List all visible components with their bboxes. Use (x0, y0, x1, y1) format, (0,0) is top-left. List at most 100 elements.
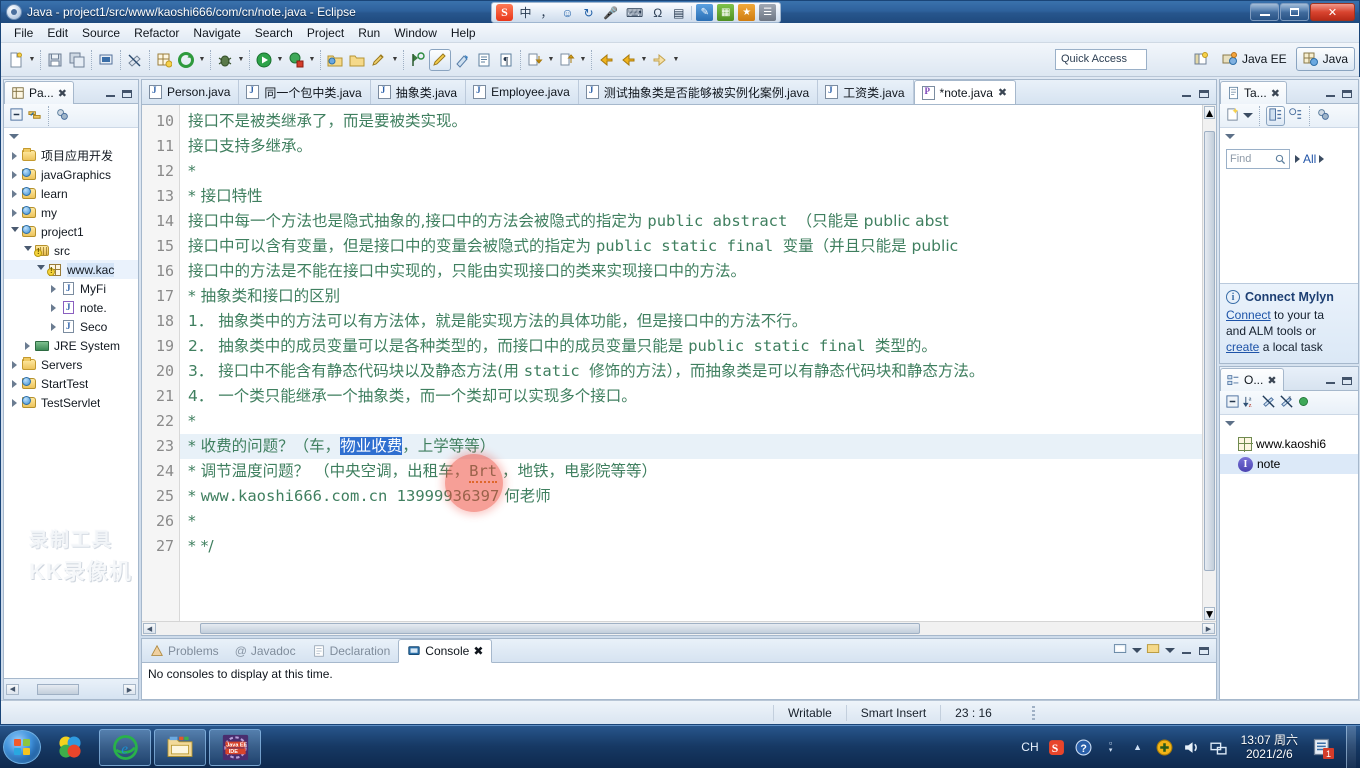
scroll-left-button[interactable]: ◀ (143, 623, 156, 634)
run-dropdown-icon[interactable]: ▼ (275, 49, 285, 71)
link-with-editor-icon[interactable] (27, 107, 42, 125)
perspective-java-ee[interactable]: Java EE (1216, 47, 1293, 71)
tree-item-myfi[interactable]: MyFi (4, 279, 138, 298)
tree-item-src[interactable]: src (4, 241, 138, 260)
forward-button[interactable] (649, 49, 671, 71)
taskbar-sogou-icon[interactable] (44, 729, 96, 766)
menu-source[interactable]: Source (75, 24, 127, 42)
editor-tab-0[interactable]: Person.java (142, 80, 240, 104)
ime-refresh-icon[interactable]: ↻ (580, 4, 597, 22)
editor-tab-5[interactable]: 工资类.java (818, 80, 914, 104)
debug-dropdown-icon[interactable]: ▼ (236, 49, 246, 71)
minimize-icon[interactable] (103, 88, 117, 100)
tree-item-learn[interactable]: learn (4, 184, 138, 203)
next-annotation-button[interactable] (451, 49, 473, 71)
ime-tool2-icon[interactable]: ▦ (717, 4, 735, 21)
tab-javadoc[interactable]: @ Javadoc (227, 639, 304, 662)
horizontal-scroll-thumb[interactable] (200, 623, 920, 634)
package-explorer-tree[interactable]: 项目应用开发 javaGraphics learn my project1 src www.… (4, 144, 138, 699)
editor-tab-2[interactable]: 抽象类.java (371, 80, 467, 104)
editor-horizontal-scrollbar[interactable]: ◀ ▶ (142, 621, 1216, 635)
outline-item-note[interactable]: I note (1220, 454, 1358, 474)
tree-item-javagraphics[interactable]: javaGraphics (4, 165, 138, 184)
editor-maximize-icon[interactable] (1197, 88, 1211, 100)
tray-sogou-icon[interactable]: S (1048, 738, 1066, 756)
code-line-15[interactable]: 接口中可以含有变量，但是接口中的变量会被隐式的指定为 public static… (180, 234, 1216, 259)
tree-expand-arrow[interactable] (21, 341, 34, 350)
code-line-26[interactable]: * (180, 509, 1216, 534)
editor-tab-1[interactable]: 同一个包中类.java (239, 80, 371, 104)
external-tools-dropdown-icon[interactable]: ▼ (307, 49, 317, 71)
tab-declaration[interactable]: Declaration (304, 639, 399, 662)
tree-item-seco[interactable]: Seco (4, 317, 138, 336)
pkg-scroll-thumb[interactable] (37, 683, 79, 695)
ime-keyboard-icon[interactable]: ⌨ (624, 4, 645, 22)
next-edit-dropdown-icon[interactable]: ▼ (578, 49, 588, 71)
tab-task-list[interactable]: Ta... ✖ (1220, 81, 1287, 104)
tree-expand-arrow[interactable] (8, 189, 21, 198)
menu-run[interactable]: Run (351, 24, 387, 42)
code-line-24[interactable]: * 调节温度问题？ （中央空调，出租车，Brt ，地铁，电影院等等） (180, 459, 1216, 484)
menu-file[interactable]: File (7, 24, 40, 42)
menu-refactor[interactable]: Refactor (127, 24, 186, 42)
task-filter-all[interactable]: All (1295, 152, 1325, 166)
code-line-18[interactable]: 1． 抽象类中的方法可以有方法体，就是能实现方法的具体功能，但是接口中的方法不行… (180, 309, 1216, 334)
console-minimize-icon[interactable] (1179, 645, 1193, 657)
close-button[interactable]: ✕ (1310, 3, 1355, 21)
ime-chinese-toggle[interactable]: 中 (517, 4, 534, 22)
open-type-button[interactable] (324, 49, 346, 71)
close-icon[interactable]: ✖ (1271, 87, 1280, 100)
mylyn-connect-link[interactable]: Connect (1226, 308, 1271, 322)
editor-minimize-icon[interactable] (1179, 88, 1193, 100)
code-line-11[interactable]: 接口支持多继承。 (180, 134, 1216, 159)
pkg-scroll-right-button[interactable]: ▶ (123, 684, 136, 695)
tree-item-jre-system[interactable]: JRE System (4, 336, 138, 355)
scroll-down-button[interactable]: ▼ (1204, 607, 1216, 621)
scheduled-mode-icon[interactable] (1288, 107, 1303, 125)
sogou-logo-icon[interactable]: S (496, 4, 513, 21)
scroll-up-button[interactable]: ▲ (1204, 106, 1216, 120)
ime-symbol-icon[interactable]: Ω (649, 4, 666, 22)
pkg-scroll-left-button[interactable]: ◀ (6, 683, 19, 695)
menu-navigate[interactable]: Navigate (186, 24, 247, 42)
chevron-down-icon[interactable] (1225, 133, 1235, 139)
outline-list[interactable]: www.kaoshi6 I note (1220, 431, 1358, 474)
package-explorer-hscroll[interactable]: ◀ ▶ (3, 678, 139, 700)
tree-expand-arrow[interactable] (34, 265, 47, 274)
open-perspective-icon[interactable] (1189, 47, 1213, 71)
status-resize-grip[interactable] (1031, 705, 1035, 720)
tree-expand-arrow[interactable] (8, 208, 21, 217)
hide-fields-icon[interactable] (1261, 394, 1276, 412)
show-desktop-button[interactable] (1346, 725, 1356, 768)
toggle-mark-occurrences-button[interactable] (124, 49, 146, 71)
save-button[interactable] (44, 49, 66, 71)
new-button[interactable] (5, 49, 27, 71)
ime-tool1-icon[interactable]: ✎ (696, 4, 714, 21)
hide-static-icon[interactable]: S (1279, 394, 1294, 412)
maximize-icon[interactable] (1340, 375, 1354, 387)
hide-nonpublic-icon[interactable] (1297, 395, 1310, 411)
show-whitespace-button[interactable] (473, 49, 495, 71)
outline-item-package[interactable]: www.kaoshi6 (1220, 434, 1358, 454)
editor-tab-3[interactable]: Employee.java (466, 80, 579, 104)
tray-language-indicator[interactable]: CH (1021, 740, 1038, 754)
maximize-button[interactable] (1280, 3, 1309, 21)
sort-icon[interactable]: az (1243, 394, 1258, 412)
tray-show-hidden-icon[interactable]: ▫ ▾ (1102, 738, 1120, 756)
build-dropdown-icon[interactable]: ▼ (197, 49, 207, 71)
editor-tab-4[interactable]: 测试抽象类是否能够被实例化案例.java (579, 80, 819, 104)
run-external-tools-button[interactable] (285, 49, 307, 71)
tree-expand-arrow[interactable] (8, 398, 21, 407)
code-line-20[interactable]: 3． 接口中不能含有静态代码块以及静态方法(用 static 修饰的方法），而抽… (180, 359, 1216, 384)
open-console-icon[interactable] (1146, 642, 1161, 659)
back-button[interactable] (595, 49, 617, 71)
previous-edit-button[interactable] (524, 49, 546, 71)
ime-tool4-icon[interactable]: ☰ (759, 4, 777, 21)
tree-item-starttest[interactable]: StartTest (4, 374, 138, 393)
minimize-icon[interactable] (1323, 88, 1337, 100)
editor-tab-6[interactable]: *note.java ✖ (913, 80, 1017, 104)
task-find-input[interactable]: Find (1226, 149, 1290, 169)
menu-help[interactable]: Help (444, 24, 483, 42)
code-line-22[interactable]: * (180, 409, 1216, 434)
tray-help-icon[interactable]: ? (1075, 738, 1093, 756)
